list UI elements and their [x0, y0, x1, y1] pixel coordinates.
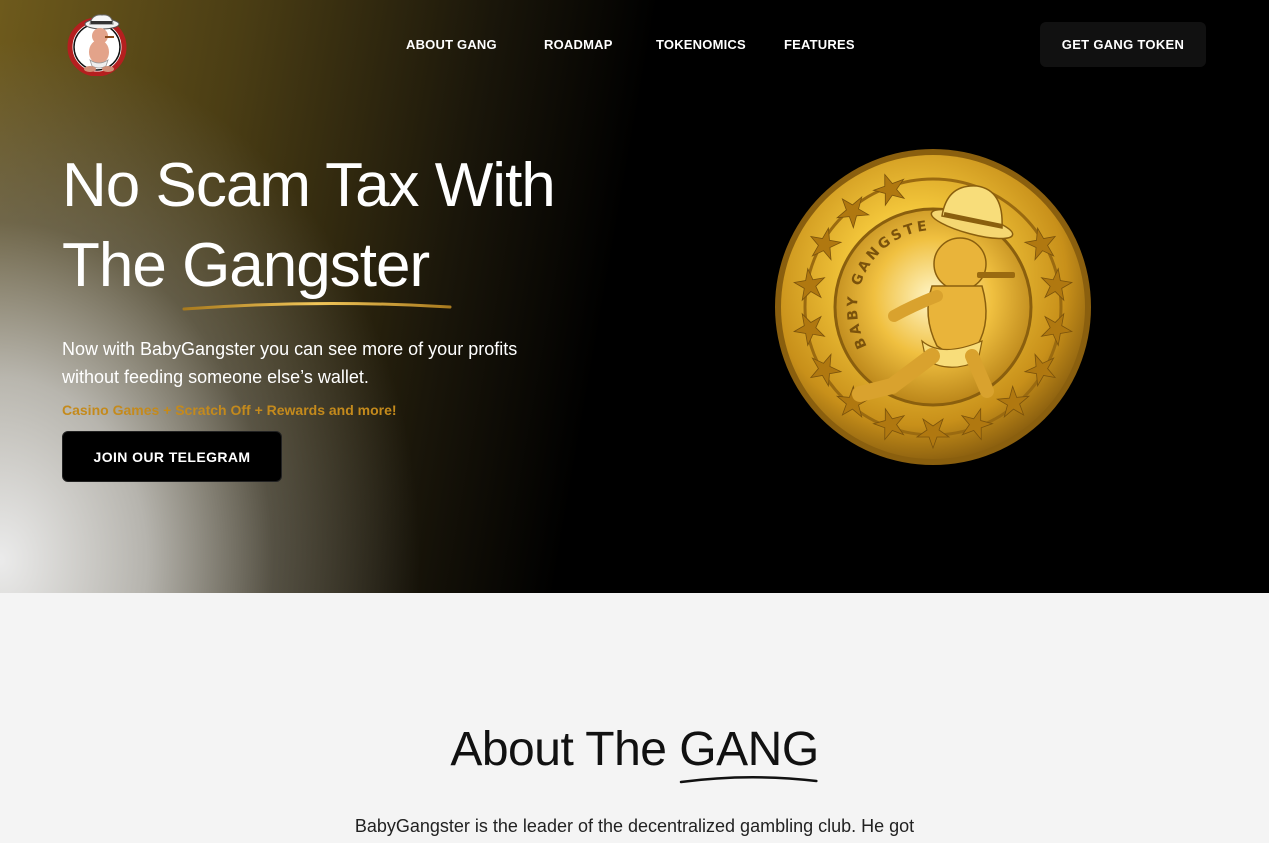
get-gang-token-button[interactable]: GET GANG TOKEN	[1040, 22, 1206, 67]
headline-prefix: The	[62, 231, 183, 300]
hero-tagline: Casino Games + Scratch Off + Rewards and…	[62, 402, 397, 418]
join-telegram-button[interactable]: JOIN OUR TELEGRAM	[62, 431, 282, 482]
nav-roadmap[interactable]: ROADMAP	[544, 37, 613, 52]
gold-coin-icon: BABY GANGSTER	[772, 146, 1091, 465]
about-title-accent-wrap: GANG	[679, 722, 819, 784]
nav-tokenomics[interactable]: TOKENOMICS	[656, 37, 746, 52]
nav-about-gang[interactable]: ABOUT GANG	[406, 37, 497, 52]
nav-features[interactable]: FEATURES	[784, 37, 855, 52]
headline-accent: Gangster	[182, 231, 430, 300]
headline-line-1: No Scam Tax With	[62, 151, 556, 220]
about-underline-decoration	[680, 776, 818, 784]
headline-line-2: The Gangster	[62, 226, 622, 311]
gold-underline-decoration	[182, 301, 452, 311]
logo[interactable]	[66, 14, 128, 77]
baby-gangster-logo-icon	[67, 14, 127, 77]
about-title-accent: GANG	[679, 723, 819, 776]
about-title-prefix: About The	[450, 723, 680, 776]
headline-accent-wrap: Gangster	[182, 226, 452, 311]
hero-lead-text: Now with BabyGangster you can see more o…	[62, 339, 518, 387]
hero-section: ABOUT GANG ROADMAP TOKENOMICS FEATURES G…	[0, 0, 1269, 593]
hero-headline: No Scam Tax With The Gangster	[62, 146, 622, 311]
about-text: BabyGangster is the leader of the decent…	[354, 816, 915, 836]
about-title: About The GANG	[0, 722, 1269, 784]
